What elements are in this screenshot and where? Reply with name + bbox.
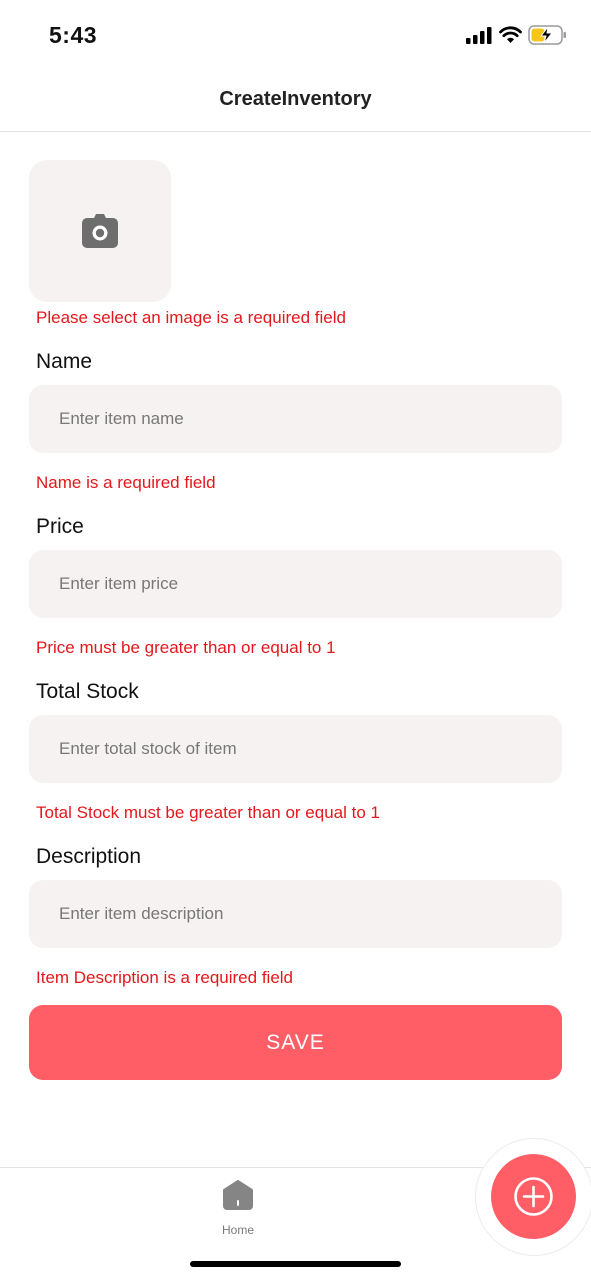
description-error-text: Item Description is a required field bbox=[36, 968, 294, 987]
plus-circle-icon bbox=[514, 1177, 553, 1216]
stock-error-text: Total Stock must be greater than or equa… bbox=[36, 803, 380, 822]
name-error-text: Name is a required field bbox=[36, 473, 216, 492]
description-label: Description bbox=[36, 845, 142, 868]
save-button[interactable]: SAVE bbox=[29, 1005, 562, 1080]
name-label: Name bbox=[36, 350, 93, 373]
item-price-input[interactable] bbox=[29, 550, 562, 618]
item-description-input[interactable] bbox=[29, 880, 562, 948]
battery-charging-icon bbox=[528, 25, 566, 45]
price-label: Price bbox=[36, 515, 84, 538]
item-name-input[interactable] bbox=[29, 385, 562, 453]
wifi-icon bbox=[499, 26, 522, 43]
total-stock-input[interactable] bbox=[29, 715, 562, 783]
home-indicator bbox=[190, 1261, 401, 1267]
cellular-signal-icon bbox=[466, 27, 492, 44]
tab-home[interactable]: Home bbox=[208, 1180, 268, 1242]
camera-icon bbox=[82, 214, 118, 248]
stock-label: Total Stock bbox=[36, 680, 139, 703]
page-title: CreateInventory bbox=[219, 88, 372, 110]
header: CreateInventory bbox=[0, 70, 591, 132]
tab-home-label: Home bbox=[221, 1223, 254, 1237]
price-error-text: Price must be greater than or equal to 1 bbox=[36, 638, 336, 657]
add-item-button[interactable] bbox=[491, 1154, 576, 1239]
image-error-text: Please select an image is a required fie… bbox=[36, 308, 346, 327]
status-bar: 5:43 bbox=[0, 0, 591, 70]
status-time: 5:43 bbox=[49, 22, 98, 48]
image-picker-button[interactable] bbox=[29, 160, 171, 302]
home-icon bbox=[223, 1180, 253, 1210]
